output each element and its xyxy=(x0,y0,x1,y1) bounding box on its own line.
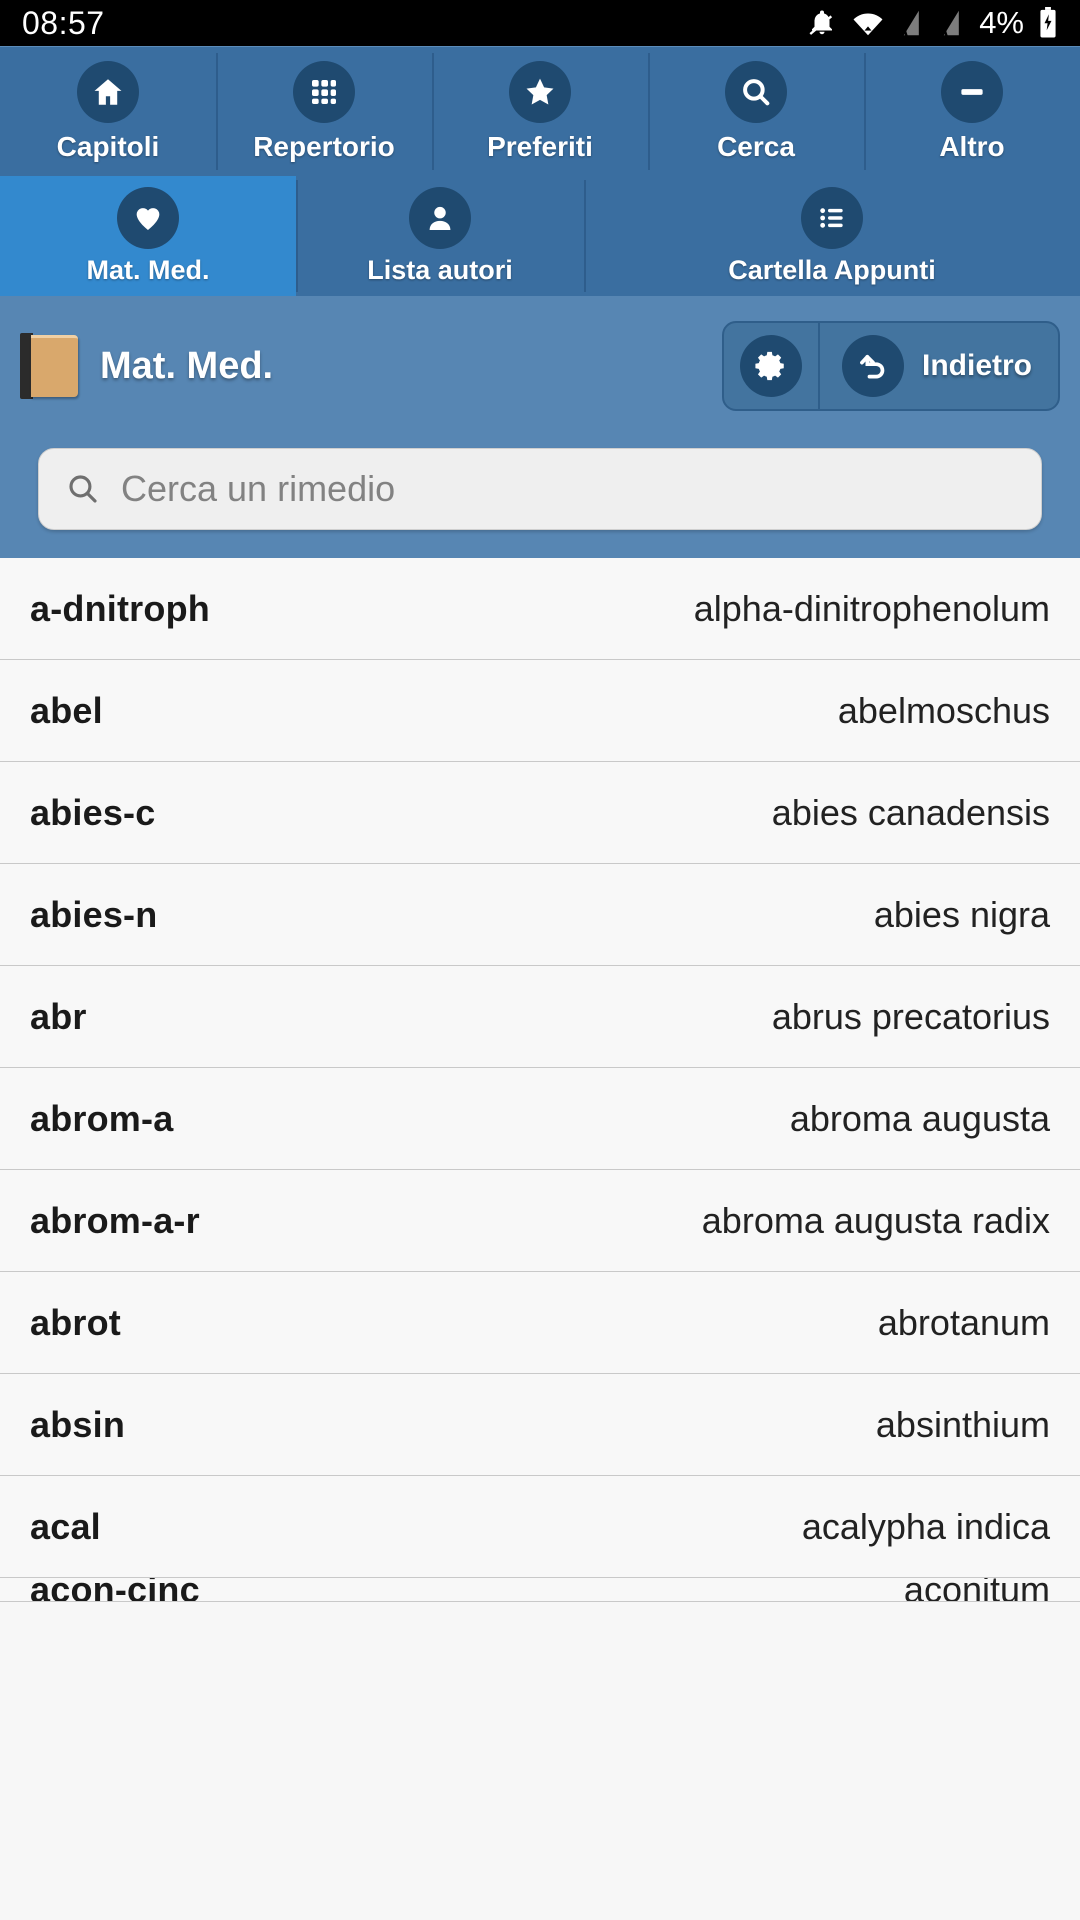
remedy-abbreviation: absin xyxy=(30,1404,126,1445)
remedy-name: abies canadensis xyxy=(771,792,1050,833)
remedy-abbreviation: a-dnitroph xyxy=(30,588,210,629)
tab-preferiti[interactable]: Preferiti xyxy=(432,47,648,176)
list-icon xyxy=(801,186,863,249)
remedy-name: abrus precatorius xyxy=(771,996,1050,1037)
battery-percent: 4% xyxy=(979,5,1024,40)
tab-cartella-appunti[interactable]: Cartella Appunti xyxy=(584,176,1080,296)
search-icon xyxy=(65,471,101,507)
tab-repertorio[interactable]: Repertorio xyxy=(216,47,432,176)
remedy-name: aconitum xyxy=(903,1578,1050,1602)
signal-off-icon xyxy=(899,8,925,38)
status-bar: 08:57 4% xyxy=(0,0,1080,46)
gear-icon xyxy=(740,335,802,397)
status-icons: 4% xyxy=(807,5,1058,41)
remedy-name: abelmoschus xyxy=(837,690,1050,731)
home-icon xyxy=(77,60,139,123)
remedy-name: abroma augusta xyxy=(789,1098,1050,1139)
remedy-abbreviation: abies-c xyxy=(30,792,156,833)
secondary-tab-bar: Mat. Med. Lista autori Cartella Appunti xyxy=(0,176,1080,296)
minus-icon xyxy=(941,60,1003,123)
remedy-name: abrotanum xyxy=(877,1302,1050,1343)
settings-button[interactable] xyxy=(724,323,820,409)
table-row[interactable]: abrom-a-r abroma augusta radix xyxy=(0,1170,1080,1272)
table-row[interactable]: a-dnitroph alpha-dinitrophenolum xyxy=(0,558,1080,660)
tab-label: Repertorio xyxy=(253,130,395,162)
remedy-name: acalypha indica xyxy=(801,1506,1050,1547)
search-box[interactable] xyxy=(38,448,1042,530)
table-row[interactable]: acon-cinc aconitum xyxy=(0,1578,1080,1602)
table-row[interactable]: abies-c abies canadensis xyxy=(0,762,1080,864)
tab-lista-autori[interactable]: Lista autori xyxy=(296,176,584,296)
remedy-abbreviation: abrot xyxy=(30,1302,121,1343)
remedy-abbreviation: acal xyxy=(30,1506,101,1547)
search-icon xyxy=(725,60,787,123)
book-icon xyxy=(20,333,78,399)
primary-tab-bar: Capitoli Repertorio Preferiti Cerca Altr… xyxy=(0,46,1080,176)
person-icon xyxy=(409,186,471,249)
back-arrow-icon xyxy=(842,335,904,397)
remedy-list: a-dnitroph alpha-dinitrophenolum abel ab… xyxy=(0,558,1080,1602)
search-area xyxy=(0,436,1080,558)
table-row[interactable]: absin absinthium xyxy=(0,1374,1080,1476)
remedy-abbreviation: abel xyxy=(30,690,103,731)
tab-mat-med[interactable]: Mat. Med. xyxy=(0,176,296,296)
heart-icon xyxy=(117,186,179,249)
remedy-abbreviation: abies-n xyxy=(30,894,158,935)
tab-label: Cartella Appunti xyxy=(728,254,936,285)
back-button-label: Indietro xyxy=(922,349,1032,382)
tab-label: Mat. Med. xyxy=(86,254,210,285)
star-icon xyxy=(509,60,571,123)
remedy-abbreviation: acon-cinc xyxy=(30,1578,200,1602)
table-row[interactable]: abr abrus precatorius xyxy=(0,966,1080,1068)
tab-label: Altro xyxy=(939,130,1005,162)
title-bar-actions: Indietro xyxy=(722,321,1060,411)
wifi-icon xyxy=(851,8,885,38)
table-row[interactable]: abies-n abies nigra xyxy=(0,864,1080,966)
status-clock: 08:57 xyxy=(22,4,105,41)
remedy-name: abies nigra xyxy=(873,894,1050,935)
remedy-abbreviation: abrom-a-r xyxy=(30,1200,200,1241)
tab-capitoli[interactable]: Capitoli xyxy=(0,47,216,176)
back-button[interactable]: Indietro xyxy=(820,323,1058,409)
title-bar: Mat. Med. Indietro xyxy=(0,296,1080,436)
battery-charging-icon xyxy=(1038,7,1058,39)
remedy-name: alpha-dinitrophenolum xyxy=(693,588,1050,629)
tab-label: Lista autori xyxy=(367,254,513,285)
tab-label: Preferiti xyxy=(487,130,593,162)
table-row[interactable]: abel abelmoschus xyxy=(0,660,1080,762)
tab-label: Cerca xyxy=(717,130,795,162)
remedy-name: absinthium xyxy=(875,1404,1050,1445)
page-title: Mat. Med. xyxy=(100,344,274,387)
signal-off-icon xyxy=(939,8,965,38)
tab-cerca[interactable]: Cerca xyxy=(648,47,864,176)
search-input[interactable] xyxy=(121,468,1015,510)
tab-altro[interactable]: Altro xyxy=(864,47,1080,176)
remedy-name: abroma augusta radix xyxy=(701,1200,1050,1241)
tab-label: Capitoli xyxy=(56,130,160,162)
grid-icon xyxy=(293,60,355,123)
table-row[interactable]: abrot abrotanum xyxy=(0,1272,1080,1374)
remedy-abbreviation: abr xyxy=(30,996,87,1037)
notifications-silenced-icon xyxy=(807,7,837,39)
remedy-abbreviation: abrom-a xyxy=(30,1098,174,1139)
table-row[interactable]: acal acalypha indica xyxy=(0,1476,1080,1578)
table-row[interactable]: abrom-a abroma augusta xyxy=(0,1068,1080,1170)
